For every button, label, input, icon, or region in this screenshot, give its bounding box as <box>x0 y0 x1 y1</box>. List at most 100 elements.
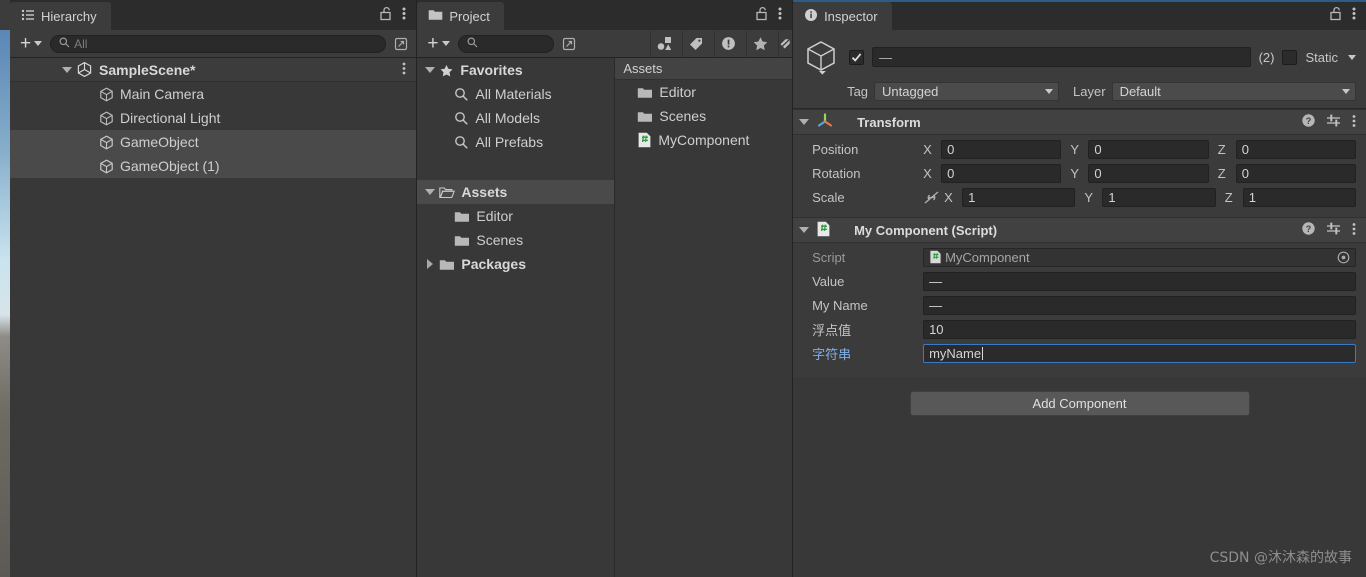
project-content-item-mycomponent[interactable]: MyComponent <box>615 128 792 152</box>
lock-open-icon[interactable] <box>1329 6 1343 24</box>
text-cursor <box>982 346 984 360</box>
shapes-filter-icon[interactable] <box>650 30 679 57</box>
project-content-item-scenes[interactable]: Scenes <box>615 104 792 128</box>
axis-label-x: X <box>923 165 932 181</box>
chevron-down-icon[interactable] <box>799 119 810 125</box>
label-tag-icon[interactable] <box>682 30 711 57</box>
lock-open-icon[interactable] <box>379 6 393 24</box>
hierarchy-scene-row[interactable]: SampleScene* <box>10 58 417 82</box>
tab-project[interactable]: Project <box>417 2 504 30</box>
hierarchy-tree[interactable]: SampleScene* Main Camera Directional Lig… <box>10 58 417 577</box>
kebab-menu-icon[interactable] <box>778 6 782 24</box>
project-tree-item-all-materials[interactable]: All Materials <box>417 82 614 106</box>
tab-inspector[interactable]: Inspector <box>793 2 892 30</box>
my-name-input[interactable]: — <box>923 295 1356 315</box>
object-picker-icon[interactable] <box>1337 251 1350 264</box>
gameobject-cube-icon[interactable] <box>803 38 841 76</box>
project-tree-item-assets[interactable]: Assets <box>417 180 615 204</box>
hierarchy-item-label: GameObject <box>120 134 199 150</box>
float-value-input[interactable]: 10 <box>923 319 1356 339</box>
chevron-down-icon[interactable] <box>425 189 436 195</box>
rotation-y-input[interactable]: 0 <box>1088 163 1209 183</box>
hierarchy-item-0[interactable]: Main Camera <box>10 82 416 106</box>
kebab-menu-icon[interactable] <box>402 6 406 24</box>
preset-sliders-icon[interactable] <box>1326 221 1342 239</box>
project-tree-item-all-prefabs[interactable]: All Prefabs <box>417 130 614 154</box>
preset-sliders-icon[interactable] <box>1326 113 1342 131</box>
project-panel: Project + Favorites All Materials All Mo… <box>417 0 793 577</box>
hierarchy-expand-button[interactable] <box>390 34 412 54</box>
chevron-down-icon[interactable] <box>799 227 810 233</box>
chevron-down-icon <box>1045 89 1054 94</box>
kebab-menu-icon[interactable] <box>1352 222 1356 239</box>
transform-scale-row: Scale X 1 Y 1 Z 1 <box>803 187 1356 207</box>
gameobject-cube-icon <box>98 110 115 127</box>
kebab-menu-icon[interactable] <box>1352 6 1356 24</box>
csharp-script-icon <box>637 132 652 148</box>
star-icon[interactable] <box>746 30 775 57</box>
chevron-down-icon[interactable] <box>62 66 72 73</box>
chevron-down-icon[interactable] <box>1347 54 1356 60</box>
help-circle-icon[interactable]: ? <box>1301 221 1316 239</box>
project-tree-item-favorites[interactable]: Favorites <box>417 58 614 82</box>
hierarchy-item-2[interactable]: GameObject <box>10 130 417 154</box>
object-enabled-checkbox[interactable] <box>849 49 865 65</box>
project-contents[interactable]: Assets Editor Scenes MyComponent <box>615 58 793 577</box>
hidden-tag-icon[interactable] <box>778 30 793 57</box>
scale-y-input[interactable]: 1 <box>1102 187 1216 207</box>
component-header-transform[interactable]: Transform ? <box>793 109 1366 135</box>
chevron-down-icon[interactable] <box>425 67 436 73</box>
project-content-item-editor[interactable]: Editor <box>615 80 792 104</box>
string-input[interactable]: myName <box>923 343 1356 363</box>
hierarchy-item-label: Main Camera <box>120 86 205 102</box>
static-checkbox[interactable] <box>1282 49 1298 65</box>
project-expand-button[interactable] <box>558 34 580 54</box>
search-icon <box>467 37 478 51</box>
chevron-down-icon <box>441 41 450 46</box>
component-header-mycomponent[interactable]: My Component (Script) ? <box>793 217 1366 243</box>
project-tree-item-all-models[interactable]: All Models <box>417 106 614 130</box>
folder-icon <box>428 8 443 24</box>
lock-open-icon[interactable] <box>755 6 769 24</box>
chevron-down-icon <box>34 41 43 46</box>
project-add-button[interactable]: + <box>421 34 453 54</box>
hierarchy-item-1[interactable]: Directional Light <box>10 106 416 130</box>
warning-exclamation-icon[interactable] <box>714 30 743 57</box>
project-tree-item-packages[interactable]: Packages <box>417 252 614 276</box>
project-search-input[interactable] <box>457 34 554 53</box>
unity-scene-icon <box>76 61 93 78</box>
tab-hierarchy[interactable]: Hierarchy <box>10 2 111 30</box>
position-x-input[interactable]: 0 <box>941 139 1062 159</box>
rotation-x-input[interactable]: 0 <box>941 163 1062 183</box>
tag-dropdown[interactable]: Untagged <box>874 82 1060 101</box>
script-objectfield[interactable]: MyComponent <box>923 247 1356 267</box>
hierarchy-tabbar: Hierarchy <box>10 0 417 30</box>
kebab-menu-icon[interactable] <box>402 61 406 78</box>
position-z-input[interactable]: 0 <box>1235 139 1356 159</box>
chevron-right-icon[interactable] <box>427 259 434 269</box>
project-content-label: Scenes <box>659 108 707 124</box>
project-tree-item-editor[interactable]: Editor <box>417 204 614 228</box>
svg-text:?: ? <box>1306 116 1312 126</box>
add-component-button[interactable]: Add Component <box>909 391 1250 416</box>
scale-z-input[interactable]: 1 <box>1242 187 1356 207</box>
hierarchy-search-input[interactable]: All <box>50 34 387 53</box>
kebab-menu-icon[interactable] <box>1352 114 1356 131</box>
link-broken-icon[interactable] <box>923 190 940 205</box>
field-label: Value <box>812 273 845 289</box>
scale-x-input[interactable]: 1 <box>962 187 1076 207</box>
field-label: Position <box>812 141 859 157</box>
object-name-input[interactable]: — <box>872 47 1251 67</box>
project-contents-header: Assets <box>615 58 793 80</box>
script-value: MyComponent <box>945 249 1030 265</box>
layer-dropdown[interactable]: Default <box>1111 82 1356 101</box>
rotation-z-input[interactable]: 0 <box>1235 163 1356 183</box>
hierarchy-add-button[interactable]: + <box>14 34 46 54</box>
project-tree-item-scenes[interactable]: Scenes <box>417 228 614 252</box>
hierarchy-toolbar: + All <box>10 30 417 58</box>
value-input[interactable]: — <box>923 271 1356 291</box>
help-circle-icon[interactable]: ? <box>1301 113 1316 131</box>
position-y-input[interactable]: 0 <box>1088 139 1209 159</box>
project-tree[interactable]: Favorites All Materials All Models All P… <box>417 58 616 577</box>
hierarchy-item-3[interactable]: GameObject (1) <box>10 154 417 178</box>
